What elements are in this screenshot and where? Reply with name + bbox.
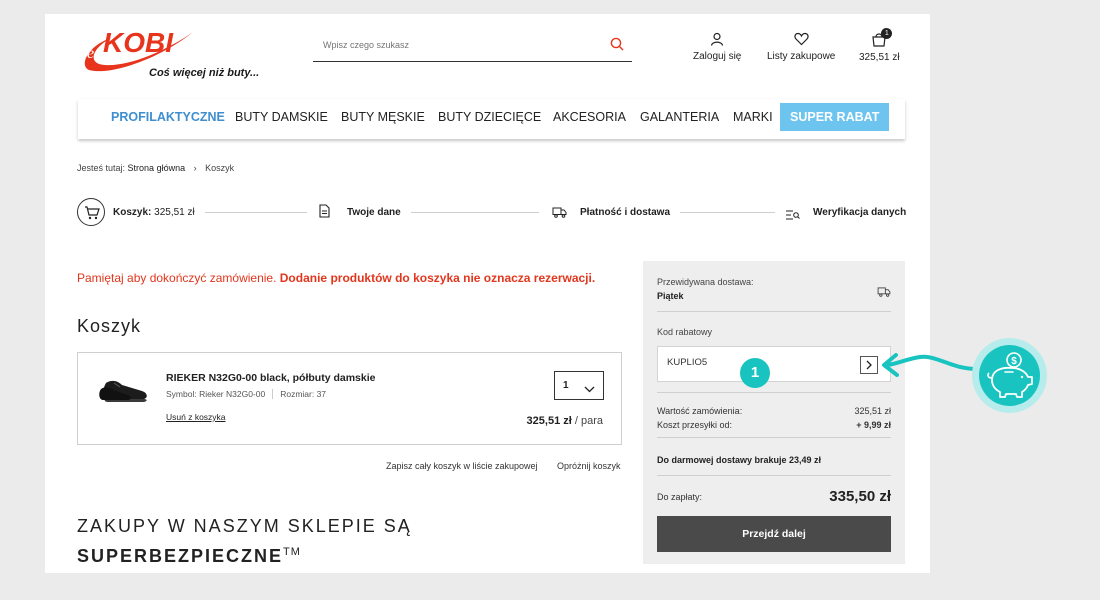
wishlist-label: Listy zakupowe: [767, 51, 836, 62]
step-divider: [411, 212, 539, 213]
shipping-row: Koszt przesyłki od: + 9,99 zł: [657, 420, 891, 430]
order-value-label: Wartość zamówienia:: [657, 406, 743, 416]
logo-text: KOBI: [103, 27, 174, 58]
cart-title: Koszyk: [77, 316, 142, 336]
total-value: 335,50 zł: [829, 488, 891, 505]
breadcrumb-current: Koszyk: [205, 163, 235, 173]
user-icon: [711, 32, 724, 46]
cart-icon: [85, 206, 100, 220]
breadcrumb: Jesteś tutaj: Strona główna › Koszyk: [77, 163, 234, 173]
breadcrumb-separator: ›: [193, 163, 197, 173]
safety-line1: ZAKUPY W NASZYM SKLEPIE SĄ: [77, 516, 412, 536]
nav-item-buty-meskie[interactable]: BUTY MĘSKIE: [341, 99, 425, 135]
delivery-day: Piątek: [657, 291, 684, 301]
product-meta: Symbol: Rieker N32G0-00 Rozmiar: 37: [166, 389, 326, 399]
shipping-label: Koszt przesyłki od:: [657, 420, 733, 430]
order-summary: Przewidywana dostawa: Piątek Kod rabatow…: [643, 261, 905, 564]
safety-line2: SUPERBEZPIECZNE: [77, 546, 284, 566]
meta-divider: [272, 389, 274, 399]
save-cart-to-list-link[interactable]: Zapisz cały koszyk w liście zakupowej: [386, 461, 538, 471]
logo-tagline: Coś więcej niż buty...: [149, 67, 260, 79]
login-label: Zaloguj się: [693, 51, 742, 62]
price-unit: / para: [571, 415, 603, 427]
order-value: 325,51 zł: [854, 406, 891, 416]
wishlist-link[interactable]: Listy zakupowe: [767, 32, 835, 62]
divider: [657, 392, 891, 393]
divider: [657, 437, 891, 438]
notice-bold-text: Dodanie produktów do koszyka nie oznacza…: [279, 271, 596, 285]
empty-cart-link[interactable]: Opróżnij koszyk: [557, 461, 621, 471]
divider: [657, 311, 891, 312]
logo[interactable]: KOBI e Coś więcej niż buty...: [81, 18, 259, 82]
cart-step-circle: [77, 198, 105, 226]
quantity-value: 1: [563, 380, 569, 391]
breadcrumb-home[interactable]: Strona główna: [128, 163, 186, 173]
delivery-truck-icon: [877, 284, 891, 302]
quantity-select[interactable]: 1: [554, 371, 604, 400]
free-shipping-info: Do darmowej dostawy brakuje 23,49 zł: [657, 455, 822, 465]
step-payment-delivery[interactable]: Płatność i dostawa: [580, 207, 670, 218]
step-cart-label: Koszyk:: [113, 207, 152, 218]
shipping-value: + 9,99 zł: [856, 420, 891, 430]
nav-item-super-rabat[interactable]: SUPER RABAT: [780, 103, 890, 131]
main-nav: PROFILAKTYCZNE BUTY DAMSKIE BUTY MĘSKIE …: [78, 99, 905, 139]
cart-link[interactable]: 1 325,51 zł: [859, 28, 900, 63]
nav-item-buty-damskie[interactable]: BUTY DAMSKIE: [235, 99, 328, 135]
piggy-bank-badge: $: [972, 338, 1047, 413]
divider: [657, 475, 891, 476]
chevron-right-icon: [866, 360, 872, 370]
nav-item-buty-dzieciece[interactable]: BUTY DZIECIĘCE: [438, 99, 541, 135]
cart-product-row: RIEKER N32G0-00 black, półbuty damskie S…: [77, 352, 622, 445]
total-label: Do zapłaty:: [657, 492, 703, 502]
header-cart-total: 325,51 zł: [859, 52, 900, 63]
product-size: Rozmiar: 37: [280, 389, 327, 399]
step-divider: [680, 212, 775, 213]
list-search-icon: [786, 207, 800, 225]
chevron-down-icon: [584, 380, 595, 398]
logo-prefix: e: [87, 45, 94, 62]
nav-item-akcesoria[interactable]: AKCESORIA: [553, 99, 626, 135]
product-symbol: Symbol: Rieker N32G0-00: [166, 389, 266, 399]
step-cart[interactable]: Koszyk: 325,51 zł: [113, 207, 195, 218]
login-link[interactable]: Zaloguj się: [693, 32, 741, 62]
product-thumbnail[interactable]: [98, 371, 152, 410]
trademark: TM: [283, 546, 301, 558]
svg-text:$: $: [1011, 356, 1017, 367]
annotation-arrow: [882, 353, 980, 377]
reservation-notice: Pamiętaj aby dokończyć zamówienie. Dodan…: [77, 271, 595, 285]
step-your-data[interactable]: Twoje dane: [347, 207, 401, 218]
nav-item-profilaktyczne[interactable]: PROFILAKTYCZNE: [111, 99, 225, 135]
step-cart-value: 325,51 zł: [154, 207, 195, 218]
document-icon: [319, 204, 330, 223]
delivery-label: Przewidywana dostawa:: [657, 277, 754, 287]
search-input[interactable]: [313, 32, 593, 58]
notice-text: Pamiętaj aby dokończyć zamówienie.: [77, 271, 280, 285]
step-verification[interactable]: Weryfikacja danych: [813, 207, 906, 218]
truck-icon: [552, 205, 567, 223]
heart-icon: [794, 32, 809, 46]
product-name[interactable]: RIEKER N32G0-00 black, półbuty damskie: [166, 372, 376, 384]
apply-coupon-button[interactable]: [860, 356, 878, 374]
safety-heading: ZAKUPY W NASZYM SKLEPIE SĄ SUPERBEZPIECZ…: [77, 513, 412, 569]
search-icon[interactable]: [610, 37, 624, 56]
proceed-button[interactable]: Przejdź dalej: [657, 516, 891, 552]
nav-item-marki[interactable]: MARKI: [733, 99, 773, 135]
step-divider: [205, 212, 307, 213]
page: KOBI e Coś więcej niż buty... Zaloguj si…: [45, 14, 930, 573]
search-bar: [313, 32, 632, 62]
order-value-row: Wartość zamówienia: 325,51 zł: [657, 406, 891, 416]
checkout-steps: Koszyk: 325,51 zł Twoje dane Płatność i …: [77, 197, 907, 227]
coupon-field: 1: [657, 346, 891, 388]
annotation-step-badge: 1: [740, 358, 770, 388]
breadcrumb-prefix: Jesteś tutaj:: [77, 163, 126, 173]
product-price: 325,51 zł / para: [527, 415, 603, 427]
remove-from-cart-link[interactable]: Usuń z koszyka: [166, 412, 226, 422]
price-value: 325,51 zł: [526, 415, 572, 427]
piggy-bank-icon: $: [987, 352, 1033, 398]
coupon-label: Kod rabatowy: [657, 327, 713, 337]
nav-item-galanteria[interactable]: GALANTERIA: [640, 99, 719, 135]
cart-count-badge: 1: [881, 28, 893, 39]
